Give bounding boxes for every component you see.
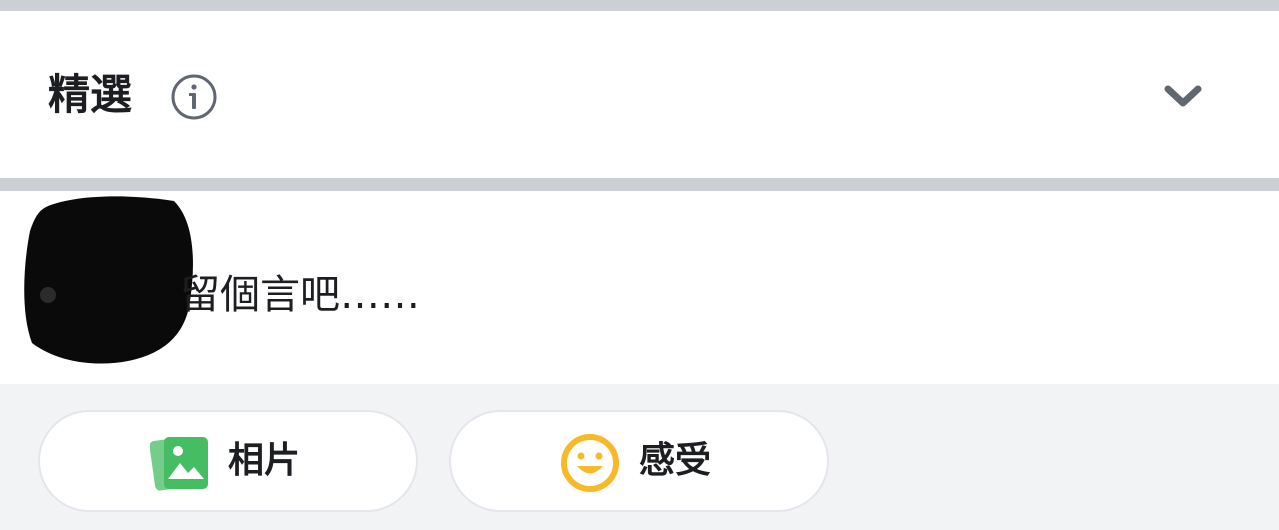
comment-composer[interactable]: 留個言吧……: [0, 191, 1279, 384]
chevron-down-icon[interactable]: [1160, 79, 1206, 113]
photo-label: 相片: [228, 440, 301, 481]
featured-section-header[interactable]: 精選: [0, 11, 1279, 178]
comment-input[interactable]: 留個言吧……: [180, 271, 420, 319]
actions-bar: 相片 感受: [0, 384, 1279, 530]
avatar[interactable]: [18, 191, 198, 369]
section-divider: [0, 178, 1279, 191]
photo-icon: [150, 437, 208, 491]
feeling-button[interactable]: 感受: [449, 410, 829, 512]
top-divider: [0, 0, 1279, 11]
smiley-face-icon: [561, 434, 619, 492]
photo-button[interactable]: 相片: [38, 410, 418, 512]
feeling-label: 感受: [639, 440, 712, 481]
featured-title: 精選: [48, 70, 133, 119]
info-icon[interactable]: [170, 73, 218, 121]
